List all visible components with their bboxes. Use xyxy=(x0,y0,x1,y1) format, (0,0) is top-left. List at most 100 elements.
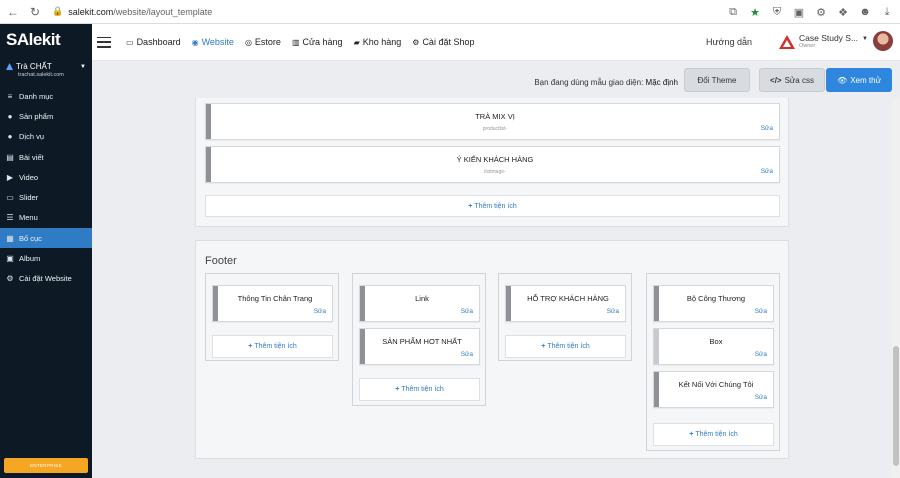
edit-css-label: Sửa css xyxy=(784,75,814,85)
widget-row[interactable]: Thông Tin Chân Trang Sửa xyxy=(212,285,333,322)
add-widget-button[interactable]: + Thêm tiện ích xyxy=(505,335,626,358)
download-box-icon[interactable]: ▣ xyxy=(792,3,806,21)
edit-css-button[interactable]: </> Sửa css xyxy=(759,68,825,92)
add-widget-button[interactable]: + Thêm tiện ích xyxy=(212,335,333,358)
change-theme-button[interactable]: Đổi Theme xyxy=(684,68,750,92)
sidebar-item[interactable]: ● Sản phẩm xyxy=(0,106,92,126)
layout-toolbar: Bạn đang dùng mẫu giao diện: Mặc định Đổ… xyxy=(92,62,900,98)
puzzle-icon[interactable]: ❖ xyxy=(836,3,850,21)
top-nav-item[interactable]: ⚙ Cài đặt Shop xyxy=(412,37,474,47)
edit-link[interactable]: Sửa xyxy=(607,308,619,315)
sidebar-item[interactable]: ☰ Menu xyxy=(0,208,92,228)
url-path: /website/layout_template xyxy=(113,6,213,17)
download-icon[interactable]: ⤓ xyxy=(880,3,894,21)
footer-column: Thông Tin Chân Trang Sửa + Thêm tiện ích xyxy=(205,273,339,361)
monitor-icon: ▭ xyxy=(126,37,134,47)
widget-row[interactable]: Bộ Công Thương Sửa xyxy=(653,285,774,322)
widget-type: productlist- xyxy=(482,126,508,132)
product-icon: ● xyxy=(7,111,13,121)
top-nav: ▭ Dashboard ◉ Website ◎ Estore ▥ Cửa hàng ▰ Kho h… xyxy=(126,37,474,47)
widget-row[interactable]: Box Sửa xyxy=(653,328,774,365)
edit-link[interactable]: Sửa xyxy=(755,351,767,358)
list-icon: ≡ xyxy=(7,91,13,101)
add-widget-button[interactable]: + Thêm tiện ích xyxy=(205,195,780,217)
user-role: Owner xyxy=(798,43,816,49)
logo[interactable]: SAlekit xyxy=(0,24,92,56)
url-host: salekit.com xyxy=(68,6,114,17)
profile-icon[interactable]: ☻ xyxy=(858,3,872,21)
sidebar-item[interactable]: ⚙ Cài đặt Website xyxy=(0,269,92,289)
widget-row[interactable]: TRÀ MIX VỊ productlist- Sửa xyxy=(205,103,780,140)
drag-handle[interactable] xyxy=(360,286,365,321)
star-icon[interactable]: ★ xyxy=(748,3,762,21)
scrollbar-thumb[interactable] xyxy=(893,346,899,466)
shop-switcher[interactable]: Trà CHẤT trachat.salekit.com ▼ xyxy=(0,56,92,82)
widget-row[interactable]: SẢN PHẨM HOT NHẤT Sửa xyxy=(359,328,480,365)
top-nav-item[interactable]: ▭ Dashboard xyxy=(126,37,181,47)
drag-handle[interactable] xyxy=(654,372,659,407)
sidebar-item[interactable]: ▦ Bố cục xyxy=(0,228,92,249)
settings-icon: ⚙ xyxy=(6,274,14,284)
globe-icon: ◉ xyxy=(191,37,199,47)
user-name: Case Study S... xyxy=(798,33,859,43)
edit-link[interactable]: Sửa xyxy=(755,308,767,315)
gear-icon: ⚙ xyxy=(412,37,420,47)
sidebar-item[interactable]: ≡ Danh mục xyxy=(0,86,92,106)
edit-link[interactable]: Sửa xyxy=(761,125,773,132)
sidebar-item[interactable]: ▭ Slider xyxy=(0,187,92,207)
sidebar-item[interactable]: ▣ Album xyxy=(0,248,92,268)
shield-icon[interactable]: ⛨ xyxy=(770,3,784,21)
top-nav-label: Dashboard xyxy=(136,37,181,47)
top-nav-item[interactable]: ▰ Kho hàng xyxy=(354,37,402,47)
hamburger-menu-icon[interactable] xyxy=(97,36,111,48)
sidebar-menu: ≡ Danh mục ● Sản phẩm ● Dịch vụ ▤ Bài viết ▶ Vide… xyxy=(0,86,92,289)
widget-row[interactable]: HỖ TRỢ KHÁCH HÀNG Sửa xyxy=(505,285,626,322)
edit-link[interactable]: Sửa xyxy=(755,394,767,401)
album-icon: ▣ xyxy=(6,254,14,264)
reload-icon[interactable]: ↻ xyxy=(26,3,44,21)
sidebar-item[interactable]: ▶ Video xyxy=(0,167,92,187)
sidebar-item[interactable]: ▤ Bài viết xyxy=(0,147,92,167)
upgrade-button[interactable]: ENTERPRISE xyxy=(4,458,88,473)
address-bar[interactable]: 🔒 salekit.com/website/layout_template xyxy=(52,6,212,17)
widget-row[interactable]: Link Sửa xyxy=(359,285,480,322)
drag-handle[interactable] xyxy=(206,147,211,182)
top-nav-item[interactable]: ◎ Estore xyxy=(245,37,281,47)
top-nav-item[interactable]: ◉ Website xyxy=(192,37,234,47)
extension-icon[interactable]: ⚙ xyxy=(814,3,828,21)
add-widget-label: Thêm tiện ích xyxy=(695,431,738,438)
guide-link[interactable]: Hướng dẫn xyxy=(706,37,752,47)
add-widget-label: Thêm tiện ích xyxy=(474,202,517,210)
share-icon[interactable]: ⧉ xyxy=(726,3,740,21)
lock-icon: 🔒 xyxy=(52,6,64,16)
scrollbar[interactable] xyxy=(892,98,900,478)
plus-icon: + xyxy=(248,343,253,350)
drag-handle[interactable] xyxy=(654,286,659,321)
drag-handle[interactable] xyxy=(206,104,211,139)
footer-column: HỖ TRỢ KHÁCH HÀNG Sửa + Thêm tiện ích xyxy=(498,273,632,361)
widget-row[interactable]: Ý KIẾN KHÁCH HÀNG listimage- Sửa xyxy=(205,146,780,183)
sidebar-item[interactable]: ● Dịch vụ xyxy=(0,127,92,147)
plus-icon: + xyxy=(395,386,400,393)
drag-handle[interactable] xyxy=(213,286,218,321)
top-nav-item[interactable]: ▥ Cửa hàng xyxy=(292,37,343,47)
plus-icon: + xyxy=(689,431,694,438)
edit-link[interactable]: Sửa xyxy=(461,351,473,358)
edit-link[interactable]: Sửa xyxy=(314,308,326,315)
edit-link[interactable]: Sửa xyxy=(461,308,473,315)
user-menu[interactable]: Case Study S... Owner ▼ xyxy=(778,33,868,49)
edit-link[interactable]: Sửa xyxy=(761,168,773,175)
add-widget-button[interactable]: + Thêm tiện ích xyxy=(359,378,480,401)
back-icon[interactable]: ← xyxy=(4,3,22,21)
drag-handle[interactable] xyxy=(506,286,511,321)
top-header: ▭ Dashboard ◉ Website ◎ Estore ▥ Cửa hàng ▰ Kho h… xyxy=(92,24,900,61)
drag-handle[interactable] xyxy=(360,329,365,364)
add-widget-button[interactable]: + Thêm tiện ích xyxy=(653,423,774,446)
drag-handle[interactable] xyxy=(654,329,659,364)
shop-icon xyxy=(6,63,13,70)
sidebar-item-label: Dịch vụ xyxy=(19,132,45,142)
avatar[interactable] xyxy=(873,31,893,51)
compass-icon: ◎ xyxy=(244,37,252,47)
widget-row[interactable]: Kết Nối Với Chúng Tôi Sửa xyxy=(653,371,774,408)
preview-button[interactable]: 👁 Xem thử xyxy=(826,68,892,92)
